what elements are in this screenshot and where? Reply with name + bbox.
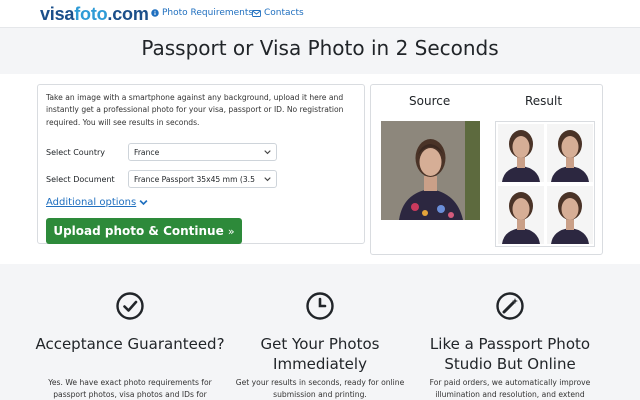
upload-form-card: Take an image with a smartphone against … (37, 84, 365, 244)
additional-options-link[interactable]: Additional options (46, 197, 148, 208)
page-title: Passport or Visa Photo in 2 Seconds (141, 36, 499, 60)
envelope-icon (252, 9, 261, 17)
document-select-value: France Passport 35x45 mm (3.5 (134, 175, 255, 184)
chevron-down-icon (139, 200, 148, 206)
feature-text: For paid orders, we automatically improv… (429, 378, 591, 399)
chevron-down-icon (264, 150, 271, 155)
clock-icon (306, 292, 334, 320)
feature-text: Yes. We have exact photo requirements fo… (48, 378, 212, 399)
source-photo (381, 121, 480, 220)
upload-photo-label: Upload photo & Continue (53, 224, 224, 238)
main-section: Take an image with a smartphone against … (0, 74, 640, 264)
country-select[interactable]: France (128, 143, 277, 161)
feature-text: Get your results in seconds, ready for o… (235, 378, 405, 399)
top-navbar: visafoto.com Photo Requirements Contacts (0, 0, 640, 28)
site-logo[interactable]: visafoto.com (40, 4, 149, 25)
result-photos-grid (495, 121, 595, 247)
feature-title: Get Your Photos Immediately (260, 335, 380, 373)
feature-title: Like a Passport Photo Studio But Online (429, 335, 591, 373)
info-circle-icon (151, 9, 159, 17)
country-select-value: France (134, 148, 160, 157)
features-section: Acceptance Guaranteed? Yes. We have exac… (0, 264, 640, 400)
country-label: Select Country (46, 148, 106, 157)
intro-text: Take an image with a smartphone against … (46, 93, 344, 127)
hero-section: Passport or Visa Photo in 2 Seconds (0, 28, 640, 74)
chevron-down-icon (264, 177, 271, 182)
result-heading: Result (525, 94, 563, 108)
result-photo (547, 186, 593, 244)
nav-contacts-label: Contacts (264, 8, 304, 18)
chevron-double-right-icon: » (227, 225, 235, 238)
upload-photo-button[interactable]: Upload photo & Continue » (46, 218, 242, 244)
document-select[interactable]: France Passport 35x45 mm (3.5 (128, 170, 277, 188)
document-label: Select Document (46, 175, 115, 184)
nav-photo-requirements-link[interactable]: Photo Requirements (151, 8, 253, 18)
nav-contacts-link[interactable]: Contacts (252, 8, 304, 18)
magic-wand-icon (496, 292, 524, 320)
feature-title: Acceptance Guaranteed? (35, 335, 225, 353)
preview-card: Source Result (370, 84, 603, 255)
check-circle-icon (116, 292, 144, 320)
result-photo (498, 186, 544, 244)
result-photo (547, 124, 593, 182)
nav-photo-requirements-label: Photo Requirements (162, 8, 254, 18)
source-heading: Source (409, 94, 451, 108)
additional-options-label: Additional options (46, 197, 137, 208)
result-photo (498, 124, 544, 182)
